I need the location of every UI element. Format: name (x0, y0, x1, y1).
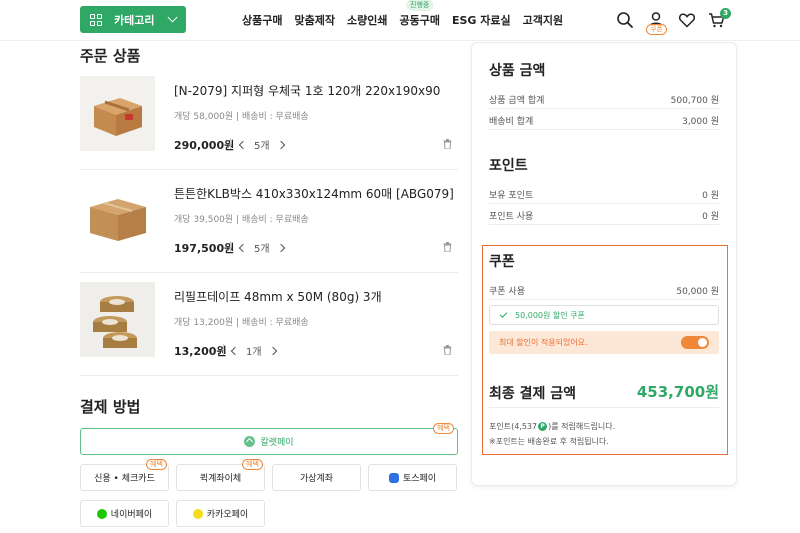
quantity-value: 1개 (246, 347, 262, 358)
category-button[interactable]: 카테고리 (80, 6, 186, 33)
product-meta: 개당 58,000원 | 배송비 : 무료배송 (174, 112, 309, 122)
product-name[interactable]: 리필프테이프 48mm x 50M (80g) 3개 (174, 288, 382, 305)
nav-item-small-print[interactable]: 소량인쇄 (347, 12, 387, 28)
payment-method-title: 결제 방법 (80, 398, 141, 416)
benefit-badge: 혜택 (146, 459, 167, 470)
product-name[interactable]: 튼튼한KLB박스 410x330x124mm 60매 [ABG079] (174, 185, 454, 202)
product-meta: 개당 39,500원 | 배송비 : 무료배송 (174, 215, 309, 225)
tape-image-icon (80, 282, 155, 357)
pay-logo-icon (244, 436, 256, 447)
search-icon[interactable] (616, 11, 634, 29)
trash-icon[interactable] (443, 139, 452, 149)
points-timing-note: ※포인트는 배송완료 후 적립됩니다. (489, 437, 609, 446)
header: 카테고리 상품구매 맞춤제작 소량인쇄 진행중 공동구매 ESG 자료실 고객지… (0, 0, 800, 41)
nav-item-group-buy[interactable]: 진행중 공동구매 (399, 0, 440, 28)
trash-icon[interactable] (443, 345, 452, 355)
trash-icon[interactable] (443, 242, 452, 252)
increase-icon[interactable] (276, 243, 285, 252)
final-amount-label: 최종 결제 금액 (489, 386, 577, 402)
pay-method-label: 칼렛페이 (260, 438, 294, 448)
grid-icon (90, 13, 102, 26)
divider (223, 344, 224, 355)
chevron-down-icon (167, 12, 178, 23)
heart-icon[interactable] (678, 11, 696, 29)
product-item: 튼튼한KLB박스 410x330x124mm 60매 [ABG079] 개당 3… (80, 170, 458, 273)
decrease-icon[interactable] (238, 140, 248, 149)
coupon-title: 쿠폰 (489, 254, 515, 270)
points-title: 포인트 (489, 158, 528, 174)
coupon-tag: 쿠폰 (646, 24, 667, 35)
product-image[interactable] (80, 179, 155, 254)
decrease-icon[interactable] (238, 243, 248, 252)
quantity-stepper: 1개 (230, 343, 277, 358)
use-points-row[interactable]: 포인트 사용 0 원 (489, 209, 719, 225)
box-image-icon (80, 76, 155, 151)
naver-logo-icon (96, 508, 107, 519)
points-earn-note: 포인트(4,537 P )를 적립해드립니다. (489, 422, 616, 431)
in-progress-badge: 진행중 (406, 0, 434, 11)
max-discount-toggle[interactable] (681, 336, 709, 349)
coupon-use-row: 쿠폰 사용 50,000 원 (489, 284, 719, 300)
decrease-icon[interactable] (230, 346, 240, 355)
product-price: 13,200원 (174, 345, 227, 358)
applied-coupon-chip[interactable]: 50,000원 할인 쿠폰 (489, 305, 719, 325)
quantity-stepper: 5개 (238, 137, 285, 152)
product-image[interactable] (80, 282, 155, 357)
product-item: [N-2079] 지퍼형 우체국 1호 120개 220x190x90 개당 5… (80, 67, 458, 170)
product-amount-title: 상품 금액 (489, 63, 546, 79)
nav-item-product-purchase[interactable]: 상품구매 (242, 12, 282, 28)
product-total-row: 상품 금액 합계 500,700 원 (489, 93, 719, 109)
pay-method-toss[interactable]: 토스페이 (368, 464, 457, 491)
kakao-logo-icon (192, 508, 203, 519)
main-nav: 상품구매 맞춤제작 소량인쇄 진행중 공동구매 ESG 자료실 고객지원 (242, 0, 575, 28)
divider (230, 241, 231, 252)
quantity-stepper: 5개 (238, 240, 285, 255)
product-meta: 개당 13,200원 | 배송비 : 무료배송 (174, 318, 309, 328)
pay-method-naver[interactable]: 네이버페이 (80, 500, 169, 527)
quantity-value: 5개 (254, 141, 270, 152)
point-coin-icon: P (538, 422, 548, 431)
product-price: 290,000원 (174, 139, 235, 152)
final-amount-value: 453,700원 (636, 383, 719, 401)
product-item: 리필프테이프 48mm x 50M (80g) 3개 개당 13,200원 | … (80, 273, 458, 376)
pay-method-virtual-account[interactable]: 가상계좌 (272, 464, 361, 491)
divider (489, 407, 719, 408)
product-price: 197,500원 (174, 242, 235, 255)
nav-item-custom-make[interactable]: 맞춤제작 (294, 12, 334, 28)
toss-logo-icon (388, 472, 399, 483)
product-name[interactable]: [N-2079] 지퍼형 우체국 1호 120개 220x190x90 (174, 82, 440, 99)
cart-count-badge: 3 (720, 8, 731, 19)
product-image[interactable] (80, 76, 155, 151)
increase-icon[interactable] (276, 140, 285, 149)
check-icon (499, 310, 508, 318)
order-products-title: 주문 상품 (80, 47, 141, 65)
category-label: 카테고리 (114, 13, 155, 27)
benefit-badge: 혜택 (433, 423, 454, 434)
benefit-badge: 혜택 (242, 459, 263, 470)
shipping-total-row: 배송비 합계 3,000 원 (489, 114, 719, 130)
nav-item-esg[interactable]: ESG 자료실 (452, 12, 511, 28)
owned-points-row: 보유 포인트 0 원 (489, 188, 719, 204)
box-image-icon (80, 179, 155, 254)
pay-method-kakao[interactable]: 카카오페이 (176, 500, 265, 527)
increase-icon[interactable] (268, 346, 277, 355)
nav-item-support[interactable]: 고객지원 (523, 12, 563, 28)
pay-method-main[interactable]: 칼렛페이 (80, 428, 458, 455)
max-discount-row: 최대 할인이 적용되었어요. (489, 331, 719, 354)
divider (230, 138, 231, 149)
quantity-value: 5개 (254, 244, 270, 255)
